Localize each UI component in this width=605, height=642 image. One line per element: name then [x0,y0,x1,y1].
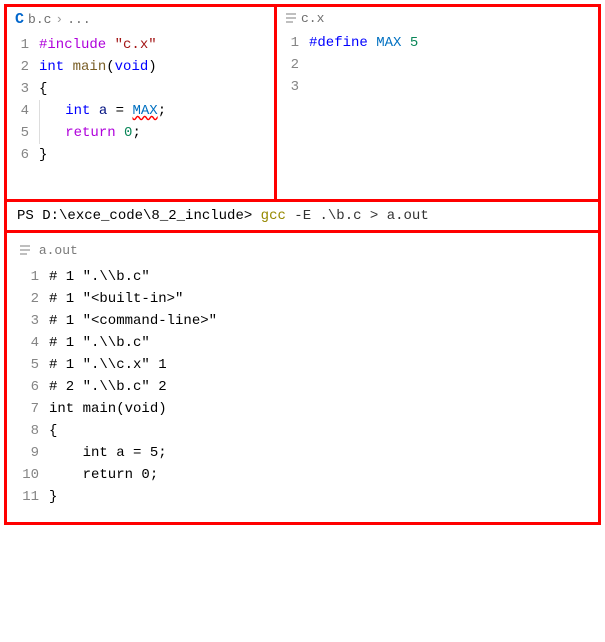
space [368,35,376,51]
paren: ) [148,59,156,75]
space [401,35,409,51]
line-number: 5 [7,354,39,376]
line-number: 6 [7,376,39,398]
term-path: D:\exce_code\8_2_include [42,208,244,224]
tok-main: main [73,59,107,75]
editor-pane-bottom: a.out 1 2 3 4 5 6 7 8 9 10 11 # 1 ".\\b.… [7,233,598,522]
code-line[interactable]: #define MAX 5 [309,32,598,54]
line-number: 3 [7,310,39,332]
chevron-right-icon: › [55,12,63,27]
code-line[interactable]: } [39,144,274,166]
tok-int: int [39,59,64,75]
term-prompt: PS [17,208,42,224]
file-name: c.x [301,11,324,26]
code-area-bottom[interactable]: 1 2 3 4 5 6 7 8 9 10 11 # 1 ".\\b.c" # 1… [7,264,598,512]
line-number: 10 [7,464,39,486]
editor-pane-left: C b.c › ... 1 2 3 4 5 6 #include "c.x" i… [7,7,277,199]
tok-void: void [115,59,149,75]
code-area-right[interactable]: 1 2 3 #define MAX 5 [277,30,598,199]
code-line[interactable]: } [49,486,598,508]
code-line[interactable]: # 1 "<command-line>" [49,310,598,332]
code-line[interactable]: # 2 ".\\b.c" 2 [49,376,598,398]
code-line[interactable]: # 1 ".\\b.c" [49,266,598,288]
line-number: 3 [7,78,29,100]
editor-window: C b.c › ... 1 2 3 4 5 6 #include "c.x" i… [4,4,601,525]
line-number: 7 [7,398,39,420]
code-line[interactable]: return 0; [39,122,274,144]
file-name: a.out [39,243,78,258]
code-line[interactable]: { [49,420,598,442]
line-number: 8 [7,420,39,442]
code-body[interactable]: # 1 ".\\b.c" # 1 "<built-in>" # 1 "<comm… [49,266,598,508]
code-line[interactable]: # 1 "<built-in>" [49,288,598,310]
gutter: 1 2 3 4 5 6 7 8 9 10 11 [7,266,49,508]
line-number: 3 [277,76,299,98]
code-line[interactable]: # 1 ".\\c.x" 1 [49,354,598,376]
line-number: 9 [7,442,39,464]
line-number: 6 [7,144,29,166]
semi: ; [132,125,140,141]
space [106,37,114,53]
plain-file-icon [19,243,39,258]
code-line[interactable] [309,76,598,98]
paren: ( [106,59,114,75]
code-line[interactable]: int a = MAX; [39,100,274,122]
gutter: 1 2 3 [277,32,309,195]
eq: = [107,103,132,119]
line-number: 4 [7,332,39,354]
term-args: -E .\b.c > a.out [286,208,429,224]
code-line[interactable]: int main(void) [49,398,598,420]
file-name: b.c [28,12,51,27]
tok-string: "c.x" [115,37,157,53]
tok-return: return [65,125,115,141]
code-line[interactable]: # 1 ".\\b.c" [49,332,598,354]
c-file-icon: C [15,11,24,28]
code-line[interactable]: #include "c.x" [39,34,274,56]
tok-val: 5 [410,35,418,51]
term-gt: > [244,208,261,224]
space [90,103,98,119]
gutter: 1 2 3 4 5 6 [7,34,39,195]
semi: ; [158,103,166,119]
editor-pane-right: c.x 1 2 3 #define MAX 5 [277,7,598,199]
code-line[interactable]: int a = 5; [49,442,598,464]
line-number: 1 [7,34,29,56]
tok-var: a [99,103,107,119]
plain-file-icon [285,11,297,26]
tab-bar-right[interactable]: c.x [277,7,598,30]
line-number: 4 [7,100,29,122]
line-number: 1 [277,32,299,54]
line-number: 1 [7,266,39,288]
code-line[interactable]: int main(void) [39,56,274,78]
tok-include: #include [39,37,106,53]
brace: { [39,81,47,97]
code-area-left[interactable]: 1 2 3 4 5 6 #include "c.x" int main(void… [7,32,274,199]
breadcrumb-more[interactable]: ... [67,12,90,27]
code-line[interactable]: return 0; [49,464,598,486]
terminal[interactable]: PS D:\exce_code\8_2_include> gcc -E .\b.… [7,199,598,233]
tok-max-error: MAX [132,103,157,119]
top-row: C b.c › ... 1 2 3 4 5 6 #include "c.x" i… [7,7,598,199]
space [64,59,72,75]
space [116,125,124,141]
line-number: 11 [7,486,39,508]
code-body[interactable]: #define MAX 5 [309,32,598,195]
tok-define: #define [309,35,368,51]
line-number: 2 [277,54,299,76]
tab-bar-left[interactable]: C b.c › ... [7,7,274,32]
tab-bar-bottom[interactable]: a.out [7,241,598,264]
code-line[interactable]: { [39,78,274,100]
line-number: 5 [7,122,29,144]
tok-int: int [65,103,90,119]
line-number: 2 [7,56,29,78]
tok-max: MAX [376,35,401,51]
term-cmd: gcc [261,208,286,224]
line-number: 2 [7,288,39,310]
brace: } [39,147,47,163]
indent [40,103,65,119]
indent [40,125,65,141]
code-line[interactable] [309,54,598,76]
code-body[interactable]: #include "c.x" int main(void) { int a = … [39,34,274,195]
